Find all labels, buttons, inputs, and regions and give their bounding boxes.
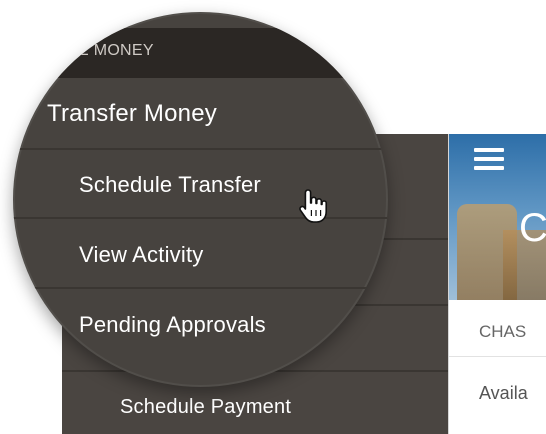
menu-divider [13, 217, 388, 219]
hero-heading: C [519, 206, 546, 250]
section-header-label: VE MONEY [67, 42, 154, 59]
hand-pointer-icon [299, 189, 327, 223]
menu-item-pending-approvals[interactable]: Pending Approvals [79, 312, 266, 338]
menu-item-schedule-transfer[interactable]: Schedule Transfer [79, 172, 261, 198]
menu-item-transfer-money[interactable]: Transfer Money [47, 100, 217, 128]
app-main-panel: C CHAS Availa [448, 134, 546, 434]
menu-divider [13, 287, 388, 289]
divider [449, 356, 546, 357]
magnifier-lens: VE MONEY Transfer Money Schedule Transfe… [13, 12, 388, 387]
hamburger-icon[interactable] [474, 148, 504, 170]
menu-divider [13, 148, 388, 150]
screen: Schedule Payment C CHAS Availa VE MONEY … [0, 0, 546, 434]
available-balance-label: Availa [479, 383, 528, 403]
menu-item-view-activity[interactable]: View Activity [79, 242, 203, 268]
hero-banner: C [449, 134, 546, 300]
menu-item-schedule-payment[interactable]: Schedule Payment [120, 396, 291, 419]
account-name: CHAS [479, 322, 527, 341]
